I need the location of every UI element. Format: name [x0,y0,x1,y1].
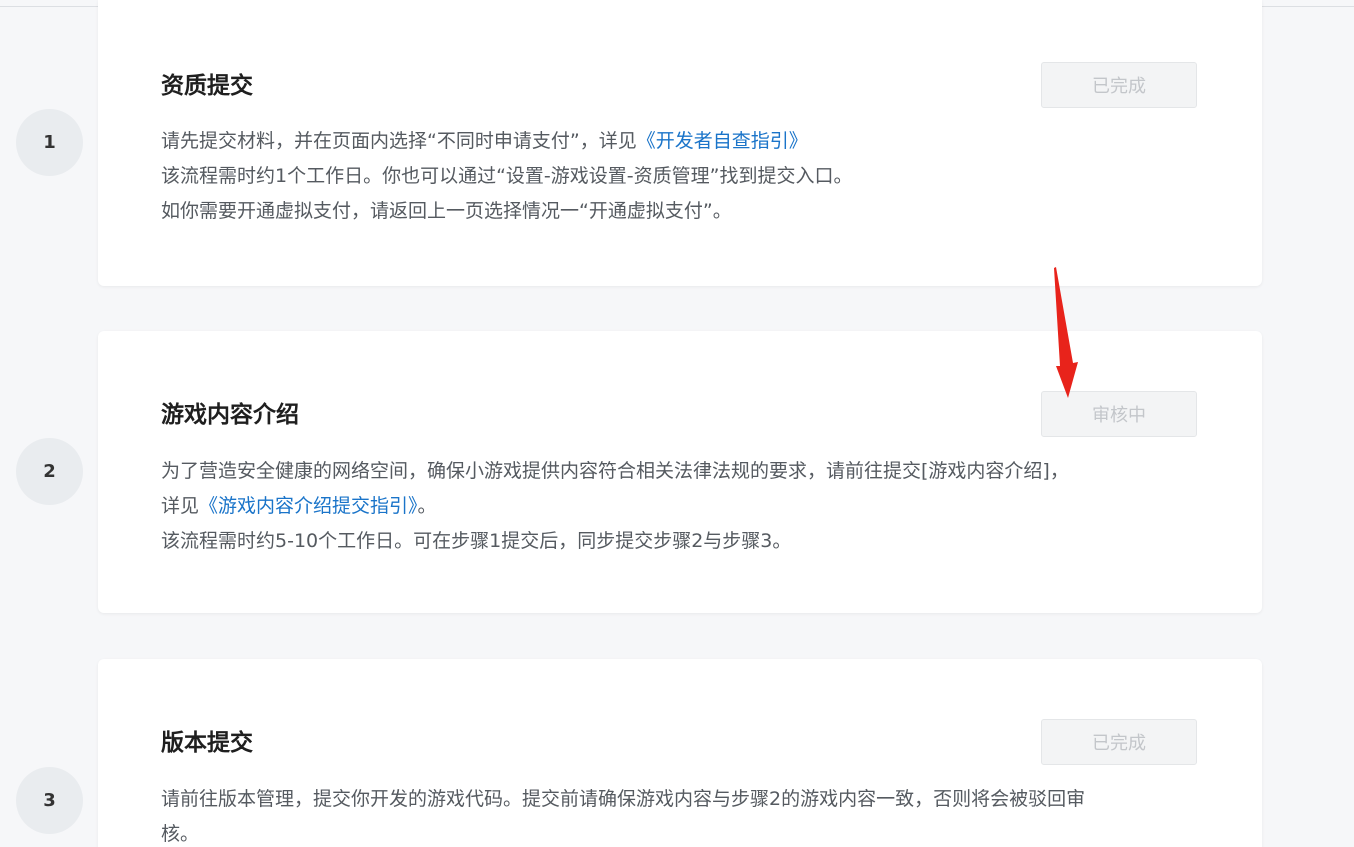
status-button[interactable]: 已完成 [1041,62,1197,108]
description-line: 核。 [161,823,200,845]
step-title: 资质提交 [161,73,253,99]
description-line: 请先提交材料，并在页面内选择“不同时申请支付”，详见《开发者自查指引》 [161,130,808,152]
step-description: 请先提交材料，并在页面内选择“不同时申请支付”，详见《开发者自查指引》 该流程需… [161,124,1201,229]
step-card: 版本提交 已完成 请前往版本管理，提交你开发的游戏代码。提交前请确保游戏内容与步… [98,659,1262,847]
step-title: 游戏内容介绍 [161,402,299,428]
step-description: 请前往版本管理，提交你开发的游戏代码。提交前请确保游戏内容与步骤2的游戏内容一致… [161,782,1201,847]
description-line: 该流程需时约1个工作日。你也可以通过“设置-游戏设置-资质管理”找到提交入口。 [161,165,853,187]
step-number-badge: 1 [16,109,83,176]
step-description: 为了营造安全健康的网络空间，确保小游戏提供内容符合相关法律法规的要求，请前往提交… [161,454,1201,559]
description-line: 为了营造安全健康的网络空间，确保小游戏提供内容符合相关法律法规的要求，请前往提交… [161,460,1069,482]
status-button[interactable]: 已完成 [1041,719,1197,765]
step-number-badge: 3 [16,767,83,834]
step-title: 版本提交 [161,730,253,756]
description-line: 该流程需时约5-10个工作日。可在步骤1提交后，同步提交步骤2与步骤3。 [161,530,792,552]
self-check-guide-link[interactable]: 《开发者自查指引》 [637,130,808,152]
annotation-arrow-icon [1054,267,1078,398]
description-line: 如你需要开通虚拟支付，请返回上一页选择情况一“开通虚拟支付”。 [161,200,732,222]
description-line: 详见《游戏内容介绍提交指引》。 [161,495,437,517]
step-card: 资质提交 已完成 请先提交材料，并在页面内选择“不同时申请支付”，详见《开发者自… [98,0,1262,286]
content-intro-guide-link[interactable]: 《游戏内容介绍提交指引》 [199,495,418,517]
page: 1 资质提交 已完成 请先提交材料，并在页面内选择“不同时申请支付”，详见《开发… [0,0,1354,847]
description-line: 请前往版本管理，提交你开发的游戏代码。提交前请确保游戏内容与步骤2的游戏内容一致… [161,788,1086,810]
step-number-badge: 2 [16,438,83,505]
